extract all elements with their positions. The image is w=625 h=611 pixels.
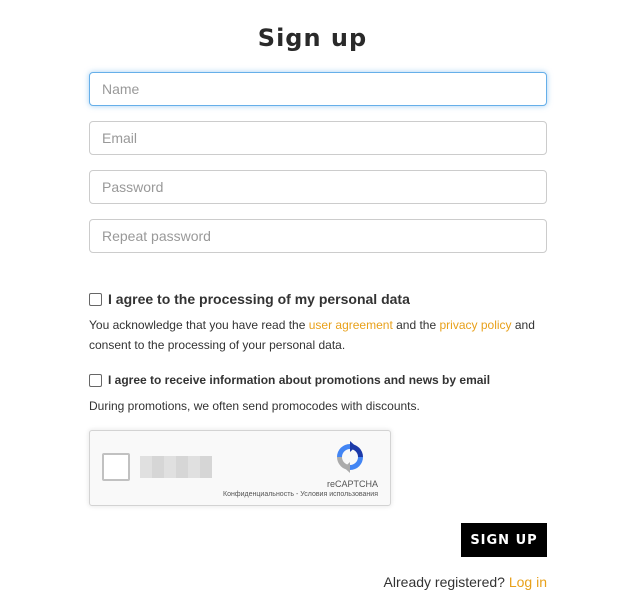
password-input[interactable] [89, 170, 547, 204]
log-in-link[interactable]: Log in [509, 574, 547, 590]
promotions-consent-row: I agree to receive information about pro… [89, 373, 490, 387]
recaptcha-checkbox[interactable] [102, 453, 130, 481]
name-input[interactable] [89, 72, 547, 106]
recaptcha-terms-link[interactable]: Условия использования [300, 491, 378, 498]
privacy-policy-link[interactable]: privacy policy [440, 318, 512, 332]
promotions-note: During promotions, we often send promoco… [89, 399, 420, 413]
personal-data-label[interactable]: I agree to the processing of my personal… [108, 291, 410, 307]
personal-data-note: You acknowledge that you have read the u… [89, 315, 549, 355]
note-text-2: and the [392, 318, 440, 332]
page-title: Sign up [257, 24, 368, 52]
email-input[interactable] [89, 121, 547, 155]
sign-up-button[interactable]: SIGN UP [461, 523, 547, 557]
recaptcha-blurred-label [140, 456, 212, 478]
recaptcha-logo-icon [337, 441, 363, 473]
promotions-checkbox[interactable] [89, 373, 102, 387]
personal-data-consent-row: I agree to the processing of my personal… [89, 291, 410, 307]
personal-data-checkbox[interactable] [89, 292, 102, 306]
promotions-label[interactable]: I agree to receive information about pro… [108, 373, 490, 387]
note-text-1: You acknowledge that you have read the [89, 318, 309, 332]
recaptcha-privacy-link[interactable]: Конфиденциальность [223, 491, 294, 498]
recaptcha-widget: reCAPTCHA Конфиденциальность - Условия и… [89, 430, 391, 506]
recaptcha-links: Конфиденциальность - Условия использован… [223, 491, 378, 498]
recaptcha-brand: reCAPTCHA [326, 479, 378, 489]
already-registered-text: Already registered? [383, 574, 509, 590]
login-prompt: Already registered? Log in [384, 574, 547, 590]
repeat-password-input[interactable] [89, 219, 547, 253]
user-agreement-link[interactable]: user agreement [309, 318, 393, 332]
